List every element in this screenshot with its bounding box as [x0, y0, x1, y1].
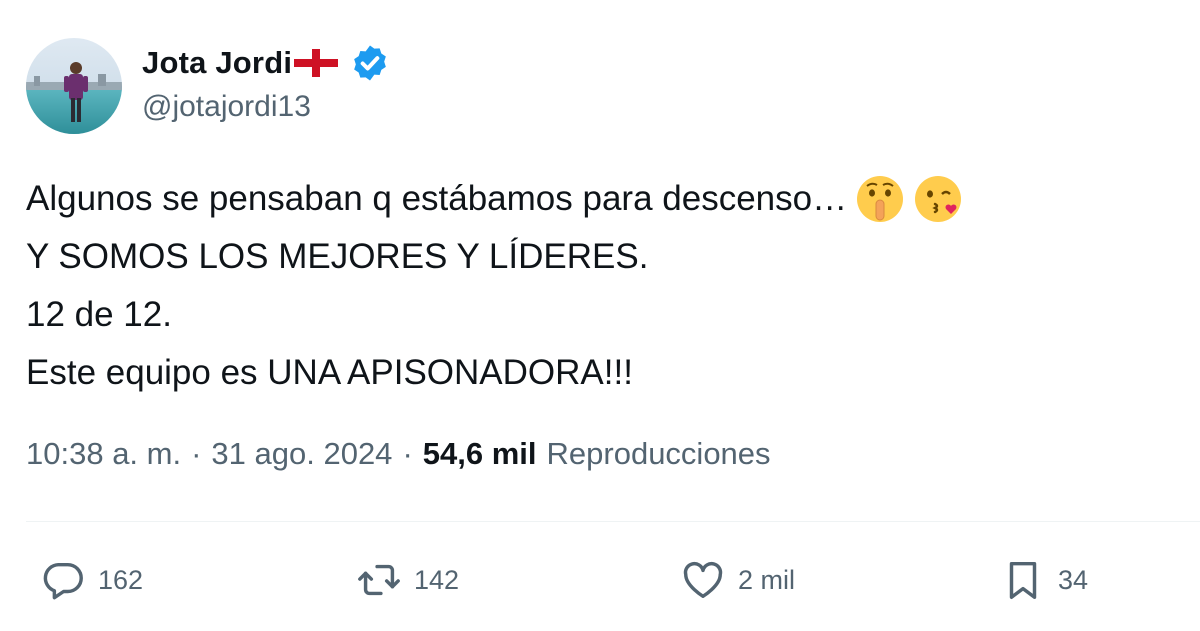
views-count: 54,6 mil [422, 436, 537, 471]
face-blowing-kiss-emoji-icon [913, 174, 963, 224]
display-name[interactable]: Jota Jordi [142, 45, 292, 81]
reply-icon [43, 562, 83, 600]
divider [26, 521, 1200, 522]
tweet-date[interactable]: 31 ago. 2024 [211, 436, 392, 472]
tweet-text: Algunos se pensaban q estábamos para des… [26, 170, 963, 402]
like-button[interactable]: 2 mil [680, 554, 795, 606]
meta-separator: · [402, 436, 413, 471]
repost-count: 142 [414, 564, 460, 595]
tweet-line: Y SOMOS LOS MEJORES Y LÍDERES. [26, 237, 649, 276]
avatar[interactable] [26, 38, 122, 134]
shushing-face-emoji-icon [855, 174, 905, 224]
views-label: Reproducciones [546, 436, 771, 471]
tweet-line: Este equipo es UNA APISONADORA!!! [26, 353, 633, 392]
heart-icon [683, 561, 723, 599]
tweet-line: 12 de 12. [26, 295, 172, 334]
tweet-meta: 10:38 a. m. · 31 ago. 2024 · 54,6 mil Re… [26, 436, 771, 472]
bookmark-count: 34 [1058, 564, 1089, 595]
reply-count: 162 [98, 564, 144, 595]
repost-button[interactable]: 142 [356, 554, 459, 606]
bookmark-button[interactable]: 34 [1000, 554, 1088, 606]
repost-icon [358, 564, 400, 596]
tweet-time[interactable]: 10:38 a. m. [26, 436, 181, 472]
verified-badge-icon[interactable] [350, 43, 390, 83]
like-count: 2 mil [738, 564, 796, 595]
meta-separator: · [191, 436, 202, 471]
bookmark-icon [1009, 561, 1037, 599]
reply-button[interactable]: 162 [40, 554, 143, 606]
avatar-photo [26, 38, 122, 134]
tweet-line-text: Algunos se pensaban q estábamos para des… [26, 179, 848, 218]
england-flag-icon [294, 49, 339, 77]
author-handle[interactable]: @jotajordi13 [142, 90, 311, 124]
tweet-line: Algunos se pensaban q estábamos para des… [26, 170, 963, 228]
author-name-row[interactable]: Jota Jordi [142, 40, 390, 86]
